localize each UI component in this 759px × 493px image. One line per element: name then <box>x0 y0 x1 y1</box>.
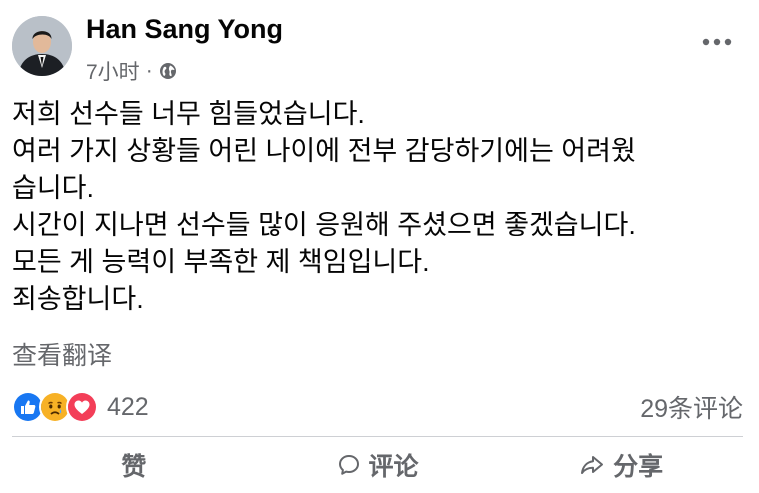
share-button-label: 分享 <box>613 453 664 481</box>
love-reaction-icon <box>66 391 98 423</box>
like-button-label: 赞 <box>121 453 147 481</box>
comment-button[interactable]: 评论 <box>256 442 500 488</box>
reaction-count: 422 <box>107 392 149 421</box>
message-line: 여러 가지 상황들 어린 나이에 전부 감당하기에는 어려웠 <box>12 136 636 166</box>
avatar[interactable] <box>12 16 72 76</box>
comment-button-label: 评论 <box>368 453 419 481</box>
reactions-summary[interactable]: 422 <box>12 388 149 426</box>
author-name[interactable]: Han Sang Yong <box>86 14 283 45</box>
more-options-icon[interactable] <box>692 28 742 56</box>
facebook-post: Han Sang Yong 7小时 · 저희 선수들 너무 힘들었습니다. 여러… <box>0 0 759 493</box>
globe-icon[interactable] <box>159 62 177 80</box>
message-line: 모든 게 능력이 부족한 제 책임입니다. <box>12 247 430 277</box>
comment-icon <box>337 453 361 477</box>
post-meta: 7小时 · <box>86 58 177 84</box>
message-line: 시간이 지나면 선수들 많이 응원해 주셨으면 좋겠습니다. <box>12 210 636 240</box>
profile-photo <box>12 16 72 76</box>
see-translation-link[interactable]: 查看翻译 <box>12 336 112 372</box>
message-line: 죄송합니다. <box>12 284 144 314</box>
message-line: 습니다. <box>12 173 95 203</box>
share-button[interactable]: 分享 <box>499 442 743 488</box>
post-message: 저희 선수들 너무 힘들었습니다. 여러 가지 상황들 어린 나이에 전부 감당… <box>12 96 747 318</box>
divider <box>12 436 743 437</box>
post-timestamp[interactable]: 7小时 <box>86 56 140 86</box>
meta-separator: · <box>145 59 153 82</box>
message-line: 저희 선수들 너무 힘들었습니다. <box>12 99 365 129</box>
share-icon <box>579 453 605 477</box>
reaction-icons <box>12 391 98 423</box>
comments-count-link[interactable]: 29条评论 <box>640 388 743 426</box>
like-button[interactable]: 赞 <box>12 442 256 488</box>
action-bar: 赞 评论 分享 <box>12 442 743 488</box>
